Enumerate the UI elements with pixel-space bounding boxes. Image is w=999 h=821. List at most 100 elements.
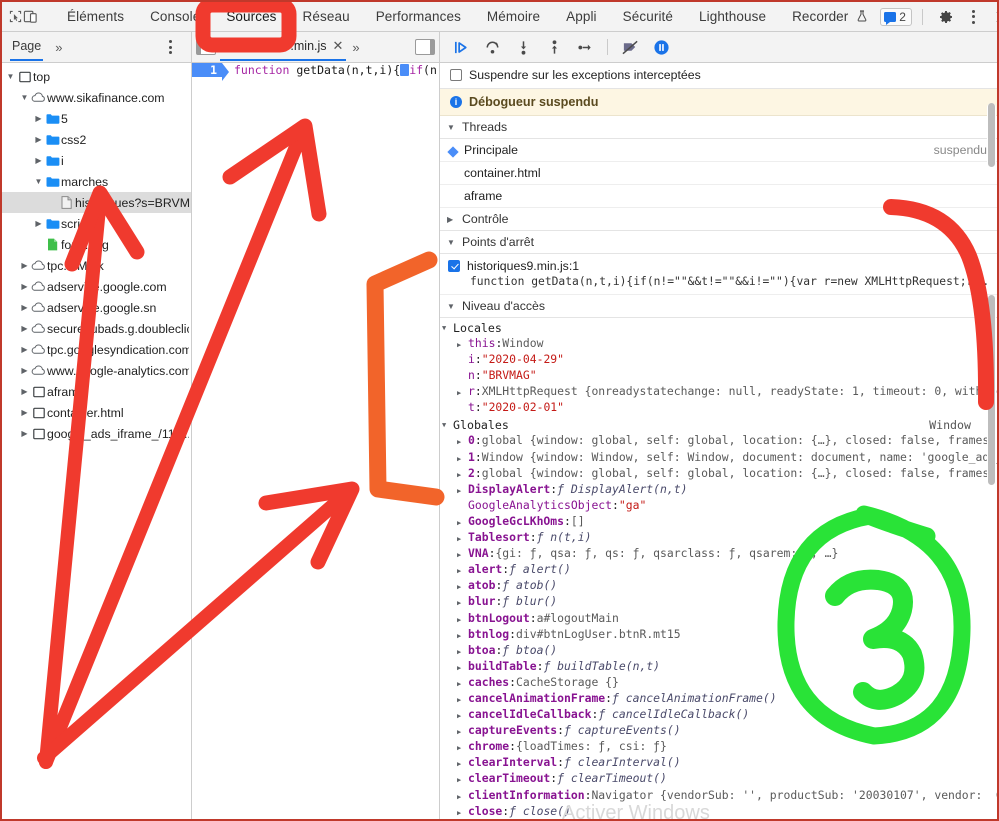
scope-variable-row[interactable]: btnLogout: a#logoutMain xyxy=(440,611,997,627)
scope-variables-list[interactable]: Locales this: Windowi: "2020-04-29"n: "B… xyxy=(440,318,997,819)
step-out-icon[interactable] xyxy=(543,36,565,58)
line-number-gutter[interactable]: 1 xyxy=(192,63,229,81)
chevron-right-icon[interactable] xyxy=(457,519,468,527)
scope-variable-row[interactable]: btnlog: div#btnLogUser.btnR.mt15 xyxy=(440,627,997,643)
panel-left-icon[interactable] xyxy=(196,39,216,55)
close-icon[interactable]: ✕ xyxy=(333,39,344,52)
tab-security[interactable]: Sécurité xyxy=(610,5,686,28)
tree-item[interactable]: adservice.google.sn xyxy=(2,297,191,318)
chevron-right-icon[interactable] xyxy=(457,696,468,704)
thread-row[interactable]: Principale suspendu xyxy=(440,139,997,162)
tree-item[interactable]: top xyxy=(2,66,191,87)
chevron-right-icon[interactable] xyxy=(457,632,468,640)
scope-variable-row[interactable]: close: ƒ close() xyxy=(440,804,997,819)
panel-right-icon[interactable] xyxy=(415,39,435,55)
chevron-right-icon[interactable] xyxy=(457,712,468,720)
tab-console[interactable]: Console xyxy=(137,5,213,28)
editor-file-tab[interactable]: historiques9.min.js ✕ xyxy=(220,34,347,61)
threads-section-header[interactable]: ▼ Threads xyxy=(440,116,997,139)
chevron-right-icon[interactable] xyxy=(457,793,468,801)
scope-variable-row[interactable]: cancelAnimationFrame: ƒ cancelAnimationF… xyxy=(440,691,997,707)
chevron-right-icon[interactable] xyxy=(19,366,30,375)
chevron-right-icon[interactable] xyxy=(19,387,30,396)
chevron-right-icon[interactable] xyxy=(457,551,468,559)
scope-variable-row[interactable]: caches: CacheStorage {} xyxy=(440,675,997,691)
device-toggle-icon[interactable] xyxy=(23,5,38,29)
call-stack-section-header[interactable]: ▶ Contrôle xyxy=(440,208,997,231)
step-icon[interactable] xyxy=(574,36,596,58)
navigator-overflow-icon[interactable]: » xyxy=(55,40,62,55)
debugger-scrollbar-main[interactable] xyxy=(987,295,996,815)
tree-item[interactable]: tpc.a.M...k xyxy=(2,255,191,276)
chevron-right-icon[interactable] xyxy=(19,429,30,438)
chevron-right-icon[interactable] xyxy=(457,760,468,768)
scope-variable-row[interactable]: Tablesort: ƒ n(t,i) xyxy=(440,530,997,546)
tree-item[interactable]: aframe xyxy=(2,381,191,402)
chevron-right-icon[interactable] xyxy=(457,471,468,479)
tree-item[interactable]: google_ads_iframe_/111...8 xyxy=(2,423,191,444)
chevron-right-icon[interactable] xyxy=(457,744,468,752)
tree-item[interactable]: adservice.google.com xyxy=(2,276,191,297)
scope-globals-group[interactable]: Globales Window xyxy=(440,416,997,433)
breakpoint-item[interactable]: historiques9.min.js:1 function getData(n… xyxy=(440,254,997,295)
chevron-right-icon[interactable] xyxy=(457,455,468,463)
chevron-right-icon[interactable] xyxy=(457,389,468,397)
chevron-right-icon[interactable] xyxy=(457,680,468,688)
source-code-editor[interactable]: 1 function getData(n,t,i){if(n!= xyxy=(192,63,440,819)
scope-variable-row[interactable]: chrome: {loadTimes: ƒ, csi: ƒ} xyxy=(440,739,997,755)
chevron-right-icon[interactable] xyxy=(457,809,468,817)
breakpoints-section-header[interactable]: ▼ Points d'arrêt xyxy=(440,231,997,254)
step-over-icon[interactable] xyxy=(481,36,503,58)
debugger-scrollbar-top[interactable] xyxy=(987,103,996,173)
scope-variable-row[interactable]: clearInterval: ƒ clearInterval() xyxy=(440,755,997,771)
tree-item[interactable]: marches xyxy=(2,171,191,192)
chevron-down-icon[interactable] xyxy=(5,72,16,81)
chevron-right-icon[interactable] xyxy=(457,567,468,575)
navigator-more-icon[interactable] xyxy=(157,35,183,59)
chevron-right-icon[interactable] xyxy=(457,599,468,607)
scope-variable-row[interactable]: GoogleAnalyticsObject: "ga" xyxy=(440,498,997,514)
chevron-right-icon[interactable] xyxy=(19,324,30,333)
scope-locals-group[interactable]: Locales xyxy=(440,319,997,336)
scope-variable-row[interactable]: n: "BRVMAG" xyxy=(440,368,997,384)
tab-lighthouse[interactable]: Lighthouse xyxy=(686,5,779,28)
tab-performance[interactable]: Performances xyxy=(363,5,474,28)
chevron-down-icon[interactable] xyxy=(33,177,44,186)
chevron-right-icon[interactable] xyxy=(457,487,468,495)
chevron-right-icon[interactable] xyxy=(19,408,30,417)
scope-variable-row[interactable]: clearTimeout: ƒ clearTimeout() xyxy=(440,771,997,787)
chevron-right-icon[interactable] xyxy=(457,535,468,543)
chevron-right-icon[interactable] xyxy=(33,156,44,165)
scope-variable-row[interactable]: DisplayAlert: ƒ DisplayAlert(n,t) xyxy=(440,482,997,498)
tree-item[interactable]: tpc.googlesyndication.com xyxy=(2,339,191,360)
tab-memory[interactable]: Mémoire xyxy=(474,5,553,28)
scope-variable-row[interactable]: atob: ƒ atob() xyxy=(440,578,997,594)
tree-item[interactable]: securepubads.g.doubleclick xyxy=(2,318,191,339)
tree-item[interactable]: scripts xyxy=(2,213,191,234)
scope-variable-row[interactable]: 0: global {window: global, self: global,… xyxy=(440,433,997,449)
tree-item[interactable]: i xyxy=(2,150,191,171)
pause-on-exceptions-icon[interactable] xyxy=(650,36,672,58)
scope-variable-row[interactable]: GoogleGcLKhOms: [] xyxy=(440,514,997,530)
chevron-right-icon[interactable] xyxy=(457,728,468,736)
kebab-menu-icon[interactable] xyxy=(961,5,987,29)
tab-network[interactable]: Réseau xyxy=(290,5,363,28)
tree-item[interactable]: www.sikafinance.com xyxy=(2,87,191,108)
thread-row[interactable]: aframe xyxy=(440,185,997,208)
tree-item[interactable]: fond.png xyxy=(2,234,191,255)
step-into-icon[interactable] xyxy=(512,36,534,58)
chevron-right-icon[interactable] xyxy=(457,341,468,349)
chevron-down-icon[interactable] xyxy=(19,93,30,102)
scope-section-header[interactable]: ▼ Niveau d'accès xyxy=(440,295,997,318)
chevron-right-icon[interactable] xyxy=(457,438,468,446)
gear-icon[interactable] xyxy=(933,5,959,29)
tree-item[interactable]: www.google-analytics.com xyxy=(2,360,191,381)
scope-variable-row[interactable]: captureEvents: ƒ captureEvents() xyxy=(440,723,997,739)
scope-variable-row[interactable]: clientInformation: Navigator {vendorSub:… xyxy=(440,788,997,804)
tab-elements[interactable]: Éléments xyxy=(54,5,137,28)
scope-variable-row[interactable]: t: "2020-02-01" xyxy=(440,400,997,416)
chevron-right-icon[interactable] xyxy=(457,616,468,624)
pause-on-caught-exceptions-checkbox[interactable] xyxy=(450,69,462,81)
tree-item[interactable]: 5 xyxy=(2,108,191,129)
chevron-right-icon[interactable] xyxy=(457,664,468,672)
